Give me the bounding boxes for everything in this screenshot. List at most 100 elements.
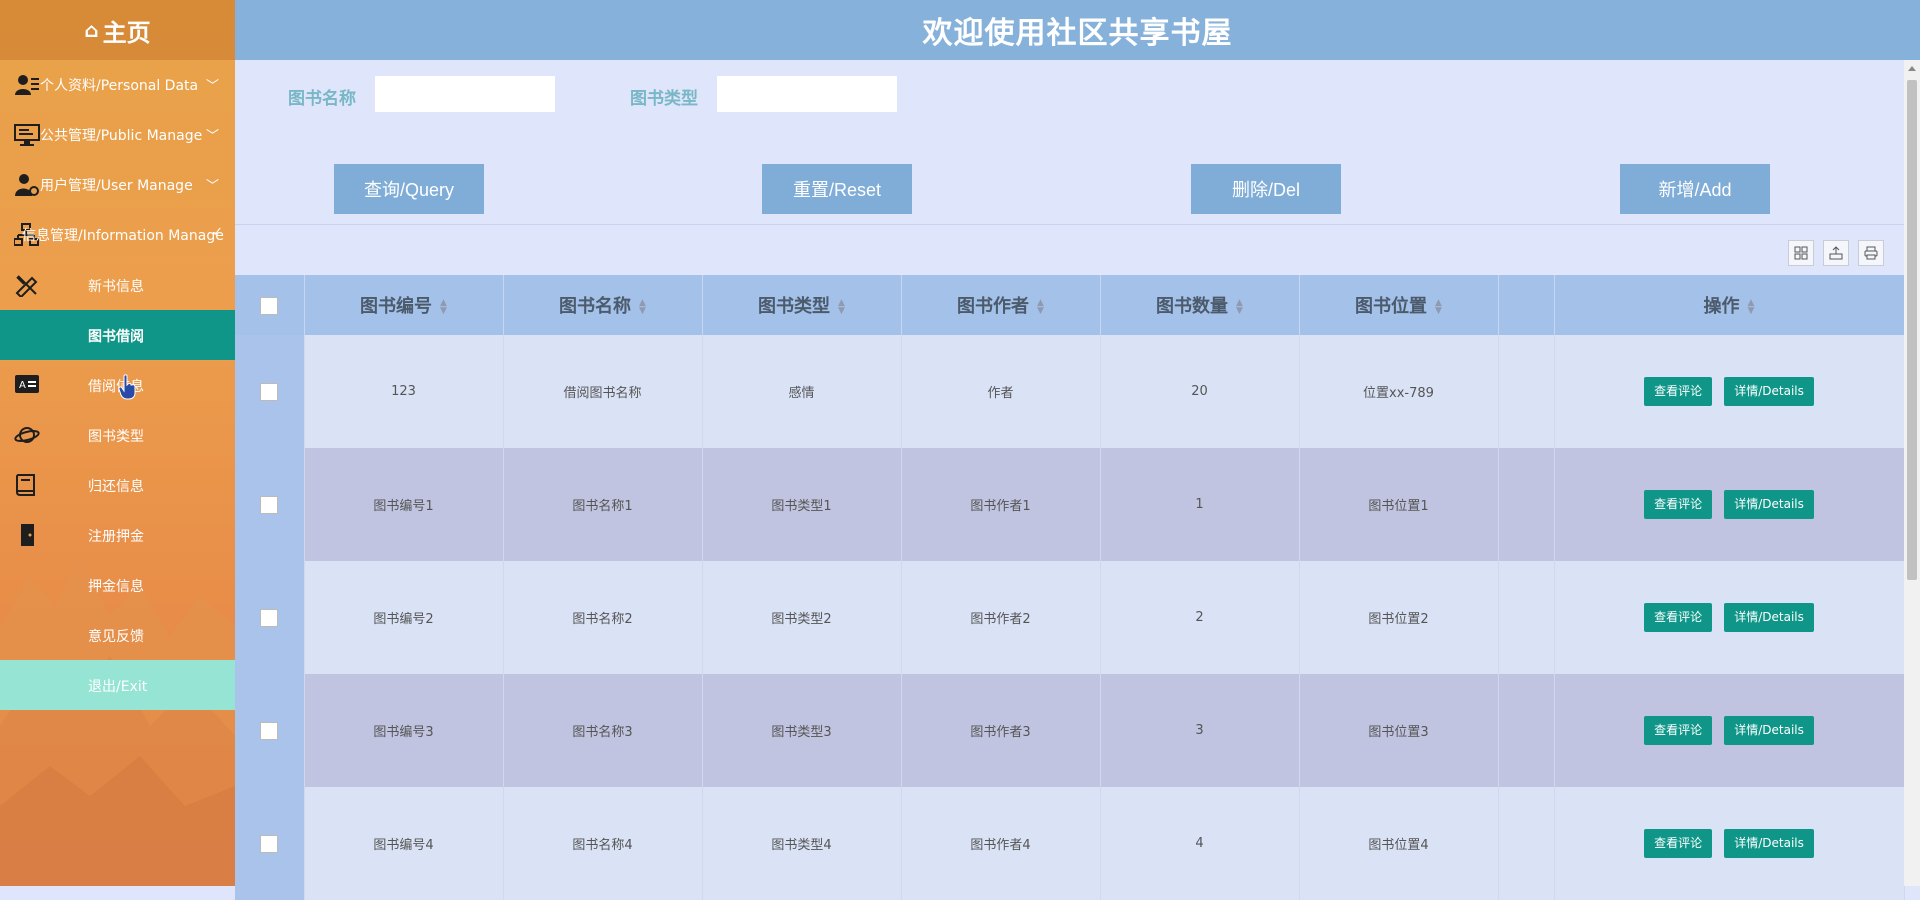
query-button[interactable]: 查询/Query	[334, 164, 484, 214]
sidebar-item-user-manage[interactable]: 用户管理/User Manage ﹀	[0, 160, 235, 210]
row-checkbox[interactable]	[260, 495, 279, 514]
sidebar-subitem-return-info[interactable]: 归还信息	[0, 460, 235, 510]
chevron-down-icon: ﹀	[205, 129, 219, 144]
column-header[interactable]: 图书编号 ▲ ▼	[304, 275, 504, 335]
sidebar-item-public-manage[interactable]: 公共管理/Public Manage ﹀	[0, 110, 235, 160]
sort-icon: ▲ ▼	[440, 298, 447, 316]
table-cell: 图书位置4	[1299, 787, 1499, 900]
table-cell: 图书类型2	[702, 561, 902, 674]
table-cell	[1498, 674, 1555, 787]
table-cell: 图书位置2	[1299, 561, 1499, 674]
row-checkbox[interactable]	[260, 608, 279, 627]
column-header-blank	[1498, 275, 1555, 335]
table-cell: 4	[1100, 787, 1300, 900]
book-type-label: 图书类型	[630, 89, 698, 109]
table-row: 图书编号3 图书名称3 图书类型3 图书作者3 3 图书位置3 查看评论 详情/…	[235, 674, 1905, 787]
table-cell: 3	[1100, 674, 1300, 787]
table-cell	[1498, 787, 1555, 900]
table-cell: 图书类型3	[702, 674, 902, 787]
column-header[interactable]: 操作 ▲ ▼	[1554, 275, 1905, 335]
sidebar-subitem-new-books[interactable]: 新书信息	[0, 260, 235, 310]
reset-button[interactable]: 重置/Reset	[762, 164, 912, 214]
sidebar-subitem-label: 新书信息	[88, 279, 144, 295]
home-icon: ⌂	[84, 18, 99, 42]
select-all-checkbox[interactable]	[260, 296, 279, 315]
sort-icon: ▲ ▼	[1037, 298, 1044, 316]
table-header-row: 图书编号 ▲ ▼ 图书名称 ▲ ▼ 图书类型 ▲ ▼ 图书作者 ▲ ▼ 图书数量 ▲ ▼ 图书位置 ▲…	[235, 275, 1905, 335]
view-review-button[interactable]: 查看评论	[1644, 377, 1713, 406]
print-button[interactable]	[1858, 240, 1884, 266]
actions-cell: 查看评论 详情/Details	[1554, 335, 1905, 448]
columns-toggle-button[interactable]	[1788, 240, 1814, 266]
table-cell: 借阅图书名称	[503, 335, 703, 448]
column-header[interactable]: 图书名称 ▲ ▼	[503, 275, 703, 335]
sidebar-subitem-deposit-register[interactable]: 注册押金	[0, 510, 235, 560]
table-cell	[1498, 448, 1555, 561]
scrollbar-thumb[interactable]	[1907, 80, 1917, 580]
actions-cell: 查看评论 详情/Details	[1554, 787, 1905, 900]
sidebar-item-label: 用户管理/User Manage	[40, 178, 193, 194]
sidebar-subitem-exit[interactable]: 退出/Exit	[0, 660, 235, 710]
column-header[interactable]: 图书数量 ▲ ▼	[1100, 275, 1300, 335]
view-review-button[interactable]: 查看评论	[1644, 603, 1713, 632]
sidebar-subitem-label: 图书类型	[88, 429, 144, 445]
view-review-button[interactable]: 查看评论	[1644, 716, 1713, 745]
delete-button[interactable]: 删除/Del	[1191, 164, 1341, 214]
table-cell: 123	[304, 335, 504, 448]
details-button[interactable]: 详情/Details	[1724, 490, 1814, 519]
details-button[interactable]: 详情/Details	[1724, 377, 1814, 406]
export-button[interactable]	[1823, 240, 1849, 266]
row-select-cell	[235, 561, 305, 674]
chevron-down-icon: ﹀	[205, 79, 219, 94]
translate-icon: A	[15, 375, 39, 393]
view-review-button[interactable]: 查看评论	[1644, 490, 1713, 519]
home-link[interactable]: ⌂ 主页	[0, 0, 235, 60]
sidebar-item-information-manage[interactable]: 信息管理/Information Manage ✓	[0, 210, 235, 260]
table-cell: 感情	[702, 335, 902, 448]
sidebar-item-personal-data[interactable]: 个人资料/Personal Data ﹀	[0, 60, 235, 110]
row-checkbox[interactable]	[260, 834, 279, 853]
sidebar-subitem-feedback[interactable]: 意见反馈	[0, 610, 235, 660]
sidebar: ⌂ 主页 个人资料/Personal Data ﹀ 公共管理/Public Ma…	[0, 0, 235, 886]
chevron-down-icon: ✓	[212, 225, 223, 240]
table-cell: 图书位置3	[1299, 674, 1499, 787]
sidebar-item-label: 个人资料/Personal Data	[40, 78, 199, 94]
vertical-scrollbar[interactable]	[1904, 60, 1920, 886]
row-checkbox[interactable]	[260, 721, 279, 740]
sidebar-subitem-label: 退出/Exit	[88, 679, 148, 695]
table-row: 图书编号1 图书名称1 图书类型1 图书作者1 1 图书位置1 查看评论 详情/…	[235, 448, 1905, 561]
details-button[interactable]: 详情/Details	[1724, 829, 1814, 858]
row-select-cell	[235, 787, 305, 900]
sidebar-subitem-deposit-info[interactable]: 押金信息	[0, 560, 235, 610]
table-cell: 2	[1100, 561, 1300, 674]
book-name-input[interactable]	[375, 76, 555, 112]
table-cell: 图书作者1	[901, 448, 1101, 561]
add-button[interactable]: 新增/Add	[1620, 164, 1770, 214]
row-checkbox[interactable]	[260, 382, 279, 401]
book-name-label: 图书名称	[288, 89, 356, 109]
book-type-input[interactable]	[717, 76, 897, 112]
sidebar-subitem-label: 意见反馈	[88, 629, 144, 645]
actions-cell: 查看评论 详情/Details	[1554, 561, 1905, 674]
table-cell: 图书名称1	[503, 448, 703, 561]
table-cell: 图书名称3	[503, 674, 703, 787]
column-header[interactable]: 图书位置 ▲ ▼	[1299, 275, 1499, 335]
pencil-ruler-icon	[15, 275, 38, 297]
column-header[interactable]: 图书作者 ▲ ▼	[901, 275, 1101, 335]
view-review-button[interactable]: 查看评论	[1644, 829, 1713, 858]
scroll-up-icon[interactable]	[1908, 66, 1916, 71]
sidebar-subitem-book-borrow[interactable]: 图书借阅	[0, 310, 235, 360]
hand-cursor-icon	[118, 374, 136, 400]
sidebar-subitem-label: 归还信息	[88, 479, 144, 495]
sort-icon: ▲ ▼	[1747, 298, 1755, 316]
monitor-icon	[14, 124, 40, 146]
sidebar-subitem-book-type[interactable]: 图书类型	[0, 410, 235, 460]
details-button[interactable]: 详情/Details	[1724, 603, 1814, 632]
table-cell: 图书编号2	[304, 561, 504, 674]
divider	[235, 224, 1904, 225]
sort-icon: ▲ ▼	[639, 298, 646, 316]
planet-icon	[14, 427, 40, 443]
column-header[interactable]: 图书类型 ▲ ▼	[702, 275, 902, 335]
export-icon	[1829, 246, 1843, 260]
details-button[interactable]: 详情/Details	[1724, 716, 1814, 745]
